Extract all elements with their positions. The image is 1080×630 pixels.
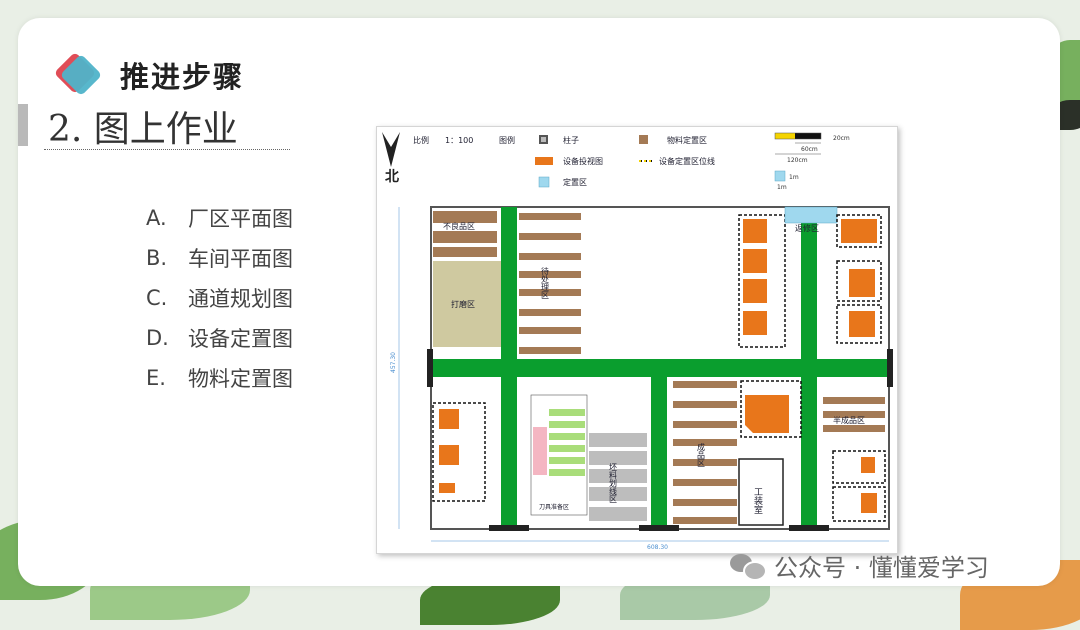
scale-bar-yellow <box>775 133 795 139</box>
zone-finished-label: 成品区 <box>697 442 706 467</box>
door-east <box>887 349 893 387</box>
legend-equip-line: 设备定置区位线 <box>659 156 715 166</box>
list-label: 通道规划图 <box>188 287 293 311</box>
zone-swatch <box>538 176 550 188</box>
list-item: A. 厂区平面图 <box>146 198 293 238</box>
semi-finished-shelves <box>823 397 885 432</box>
list-label: 厂区平面图 <box>188 207 293 231</box>
accent-strip <box>18 104 28 146</box>
scale-label: 比例 <box>413 135 429 145</box>
list-item: E. 物料定置图 <box>146 358 293 398</box>
list-label: 物料定置图 <box>188 367 293 391</box>
list-letter: B. <box>146 246 168 270</box>
watermark-text: 公众号 · 懂懂爱学习 <box>774 554 989 582</box>
scale-120cm: 120cm <box>787 157 808 164</box>
diamond-logo-icon <box>53 51 103 98</box>
legend-material: 物料定置区 <box>667 135 707 145</box>
legend-pillar: 柱子 <box>563 135 579 145</box>
zone-blank-label: 坯料划线区 <box>609 462 618 503</box>
equipment-swatch <box>535 157 553 165</box>
dim-width-label: 608.30 <box>647 544 668 551</box>
divider <box>44 149 290 150</box>
scale-1m-b: 1m <box>777 184 787 191</box>
step-list: A. 厂区平面图 B. 车间平面图 C. 通道规划图 D. 设备定置图 E. 物料定置图 <box>146 198 293 398</box>
blank-marking-shelves <box>589 433 647 521</box>
repair-zone <box>784 206 838 224</box>
door-south-1 <box>489 525 529 531</box>
legend-equipment: 设备投视图 <box>563 156 603 166</box>
door-south-2 <box>639 525 679 531</box>
legend-label: 图例 <box>499 135 515 145</box>
central-equipment <box>745 395 789 433</box>
main-aisle <box>431 359 889 377</box>
list-letter: D. <box>146 326 169 350</box>
material-swatch <box>639 135 648 144</box>
aisle-vertical-3 <box>801 207 817 529</box>
zone-tooling-label: 工装室 <box>752 487 763 514</box>
dim-height-label: 457.30 <box>390 352 397 373</box>
zone-grinding-label: 打磨区 <box>451 299 475 309</box>
zone-tool-prep-label: 刀具准备区 <box>539 503 569 511</box>
scale-value: 1：100 <box>445 136 473 145</box>
door-south-3 <box>789 525 829 531</box>
scale-1m-a: 1m <box>789 174 799 181</box>
list-letter: C. <box>146 286 168 310</box>
aisle-vertical-1 <box>501 207 517 529</box>
zone-pending-label: 待处理区 <box>541 266 550 299</box>
list-letter: A. <box>146 206 167 230</box>
watermark: 公众号 · 懂懂爱学习 <box>730 548 989 583</box>
scale-bar-black <box>795 133 821 139</box>
slide-heading: 推进步骤 <box>120 60 245 94</box>
scale-60cm: 60cm <box>801 146 818 153</box>
list-item: C. 通道规划图 <box>146 278 293 318</box>
north-arrow-icon <box>382 132 400 167</box>
zone-repair-label: 返修区 <box>795 223 819 233</box>
slide-subheading: 2. 图上作业 <box>48 109 238 150</box>
scale-20cm: 20cm <box>833 135 850 142</box>
zone-defective-label: 不良品区 <box>443 221 475 231</box>
wechat-icon <box>730 552 767 581</box>
workshop-floor-plan: 北 比例 1：100 图例 柱子 物料定置区 20cm 60cm 120cm 设… <box>376 126 898 554</box>
list-item: D. 设备定置图 <box>146 318 293 358</box>
zone-scale-swatch <box>774 170 786 182</box>
list-label: 设备定置图 <box>188 327 293 351</box>
zone-semi-label: 半成品区 <box>833 415 865 425</box>
list-item: B. 车间平面图 <box>146 238 293 278</box>
door-west <box>427 349 433 387</box>
list-label: 车间平面图 <box>188 247 293 271</box>
legend-zone: 定置区 <box>563 177 587 187</box>
list-letter: E. <box>146 366 166 390</box>
pillar-swatch-inner <box>541 137 546 142</box>
north-label: 北 <box>385 169 399 185</box>
aisle-vertical-2 <box>651 377 667 529</box>
